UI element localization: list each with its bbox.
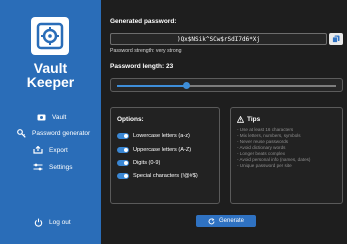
sidebar-item-label: Vault — [52, 113, 67, 121]
copy-icon — [332, 30, 340, 48]
sidebar: Vault Keeper Vault Password generator Ex… — [0, 0, 101, 244]
toggle-switch[interactable] — [117, 146, 129, 153]
option-label: Special characters (!@#$) — [133, 172, 198, 179]
slider-thumb[interactable] — [182, 82, 190, 89]
tip-item: - Use at least 16 characters — [237, 127, 294, 132]
password-length-slider[interactable] — [110, 78, 343, 92]
toggle-switch[interactable] — [117, 172, 129, 179]
copy-button[interactable] — [329, 33, 343, 45]
password-length-label: Password length: 23 — [110, 63, 174, 70]
power-icon — [33, 217, 43, 227]
sidebar-item-label: Settings — [49, 163, 73, 171]
generate-label: Generate — [218, 218, 245, 224]
sliders-icon — [33, 162, 43, 172]
sidebar-item-label: Export — [49, 146, 68, 154]
sidebar-item-password-generator[interactable]: Password generator — [16, 127, 90, 139]
app-name-line1: Vault — [33, 60, 68, 76]
option-label: Digits (0-9) — [133, 159, 161, 166]
logout-label: Log out — [49, 218, 71, 226]
slider-fill — [117, 85, 187, 87]
tips-heading: Tips — [237, 116, 260, 123]
tips-title: Tips — [247, 116, 261, 123]
vault-icon — [36, 112, 46, 122]
tip-item: - Avoid personal info (names, dates) — [237, 157, 311, 162]
password-strength-text: Password strength: very strong — [110, 48, 182, 54]
option-digits[interactable]: Digits (0-9) — [117, 158, 160, 167]
options-panel: Options: Lowercase letters (a-z) Upperca… — [110, 107, 220, 204]
toggle-switch[interactable] — [117, 159, 129, 166]
app-name-line2: Keeper — [26, 74, 75, 90]
option-special-characters[interactable]: Special characters (!@#$) — [117, 171, 198, 180]
tips-panel: Tips - Use at least 16 characters - Mix … — [230, 107, 343, 204]
generated-password-title: Generated password: — [110, 18, 177, 25]
generated-password-field[interactable]: )Qx$NSik^SCw$rSdI7d6*Xj — [110, 33, 327, 45]
export-icon — [33, 145, 43, 155]
tip-item: - Mix letters, numbers, symbols — [237, 133, 301, 138]
logout-button[interactable]: Log out — [33, 216, 71, 228]
options-title: Options: — [117, 116, 144, 123]
toggle-switch[interactable] — [117, 132, 129, 139]
sidebar-item-label: Password generator — [32, 129, 91, 137]
sidebar-item-settings[interactable]: Settings — [33, 161, 73, 173]
option-lowercase[interactable]: Lowercase letters (a-z) — [117, 131, 190, 140]
option-label: Lowercase letters (a-z) — [133, 132, 190, 139]
sidebar-item-export[interactable]: Export — [33, 144, 68, 156]
refresh-icon — [208, 217, 215, 225]
tip-item: - Never reuse passwords — [237, 139, 289, 144]
vault-logo-icon — [31, 17, 69, 55]
generate-button[interactable]: Generate — [196, 215, 256, 227]
tip-item: - Longer beats complex — [237, 151, 286, 156]
sidebar-item-vault[interactable]: Vault — [36, 111, 66, 123]
tip-item: - Avoid dictionary words — [237, 145, 286, 150]
tip-item: - Unique password per site — [237, 163, 292, 168]
key-icon — [16, 128, 26, 138]
option-uppercase[interactable]: Uppercase letters (A-Z) — [117, 145, 191, 154]
generated-password-value: )Qx$NSik^SCw$rSdI7d6*Xj — [176, 35, 261, 43]
option-label: Uppercase letters (A-Z) — [133, 146, 192, 153]
warning-icon — [237, 116, 244, 123]
